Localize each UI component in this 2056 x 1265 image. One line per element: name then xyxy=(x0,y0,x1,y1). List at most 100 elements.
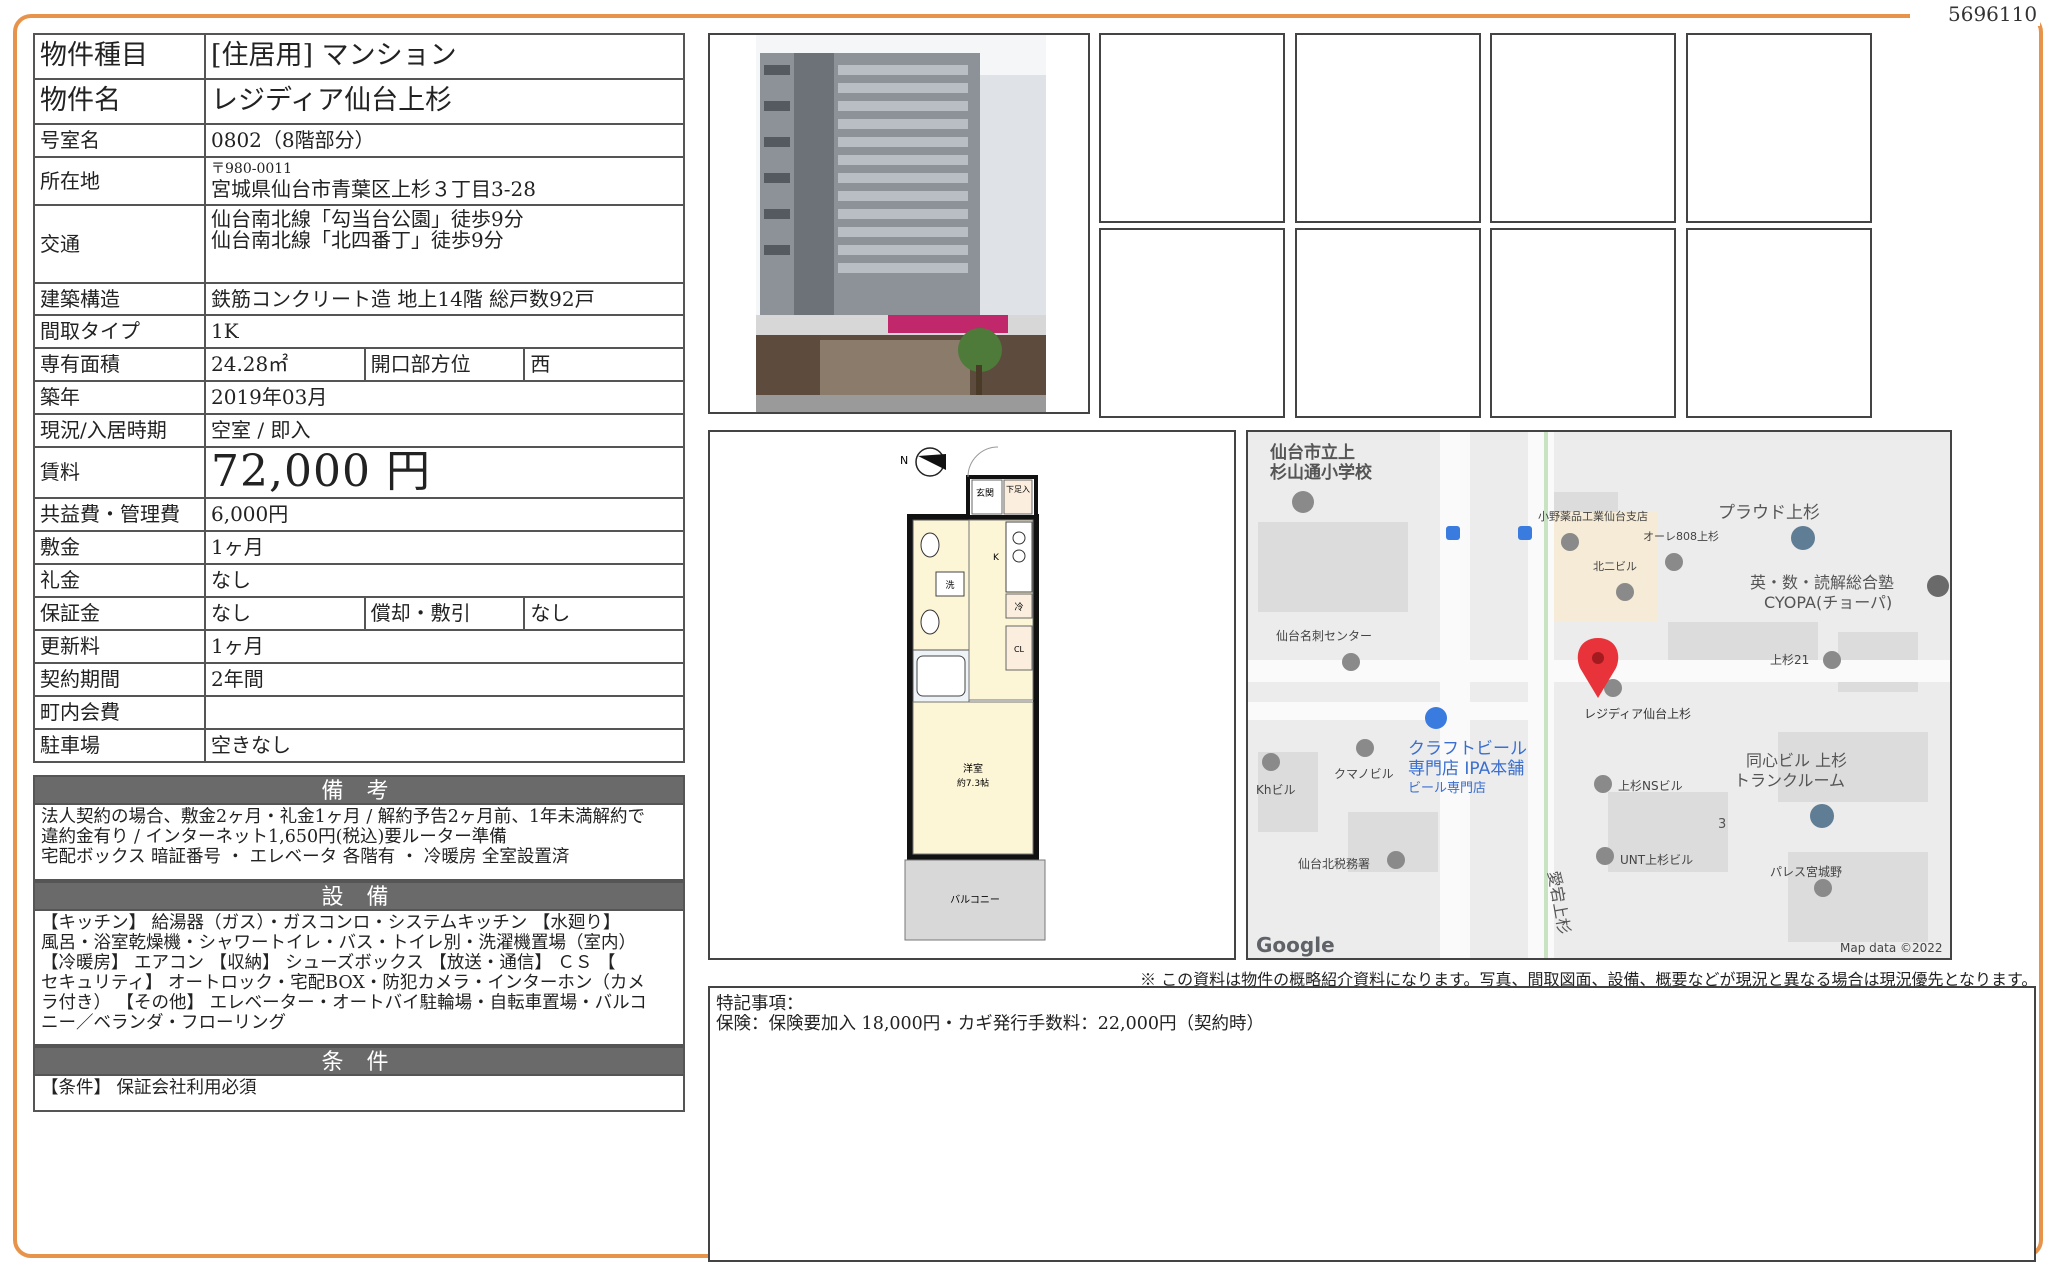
row-area: 専有面積 24.28㎡ 開口部方位 西 xyxy=(33,347,685,382)
equipment-line-5: ラ付き） 【その他】 エレベーター・オートバイ駐輪場・自転車置場・バルコ xyxy=(41,993,647,1013)
map-school-label-1: 仙台市立上 xyxy=(1270,442,1355,463)
bus-stop-icon-1 xyxy=(1446,526,1460,540)
map-pin-doshin-icon xyxy=(1810,804,1834,828)
map-label-onoyakuhin: 小野薬品工業仙台支店 xyxy=(1538,509,1648,523)
contract-label: 契約期間 xyxy=(33,662,206,697)
deposit-label: 敷金 xyxy=(33,530,206,565)
status-label: 現況/入居時期 xyxy=(33,413,206,448)
building-photo xyxy=(708,33,1090,414)
direction-value: 西 xyxy=(523,347,685,382)
row-name: 物件名 レジディア仙台上杉 xyxy=(33,78,685,125)
renewal-label: 更新料 xyxy=(33,629,206,664)
access-line-2: 仙台南北線「北四番丁」徒歩9分 xyxy=(211,228,504,252)
building-illustration xyxy=(756,35,1046,412)
row-renewal: 更新料 1ヶ月 xyxy=(33,629,685,664)
type-value: [住居用] マンション xyxy=(204,33,685,80)
direction-label: 開口部方位 xyxy=(363,347,526,382)
remarks-title: 特記事項： xyxy=(716,994,804,1014)
row-parking: 駐車場 空きなし xyxy=(33,728,685,763)
equipment-line-4: セキュリティ】 オートロック・宅配BOX・防犯カメラ・インターホン（カメ xyxy=(41,973,645,993)
remarks-line-1: 保険：保険要加入 18,000円・カギ発行手数料：22,000円（契約時） xyxy=(716,1014,1265,1034)
location-map: 仙台市立上 杉山通小学校 小野薬品工業仙台支店 プラウド上杉 オーレ808上杉 … xyxy=(1246,430,1952,960)
address-label: 所在地 xyxy=(33,156,206,206)
row-key-money: 礼金 なし xyxy=(33,563,685,598)
row-fee: 共益費・管理費 6,000円 xyxy=(33,497,685,532)
map-label-tax: 仙台北税務署 xyxy=(1298,856,1370,871)
map-pin-cram-icon xyxy=(1927,575,1949,597)
name-value: レジディア仙台上杉 xyxy=(204,78,685,125)
map-school-label-2: 杉山通小学校 xyxy=(1270,462,1373,483)
map-label-ore808: オーレ808上杉 xyxy=(1643,529,1719,543)
guarantee-value: なし xyxy=(204,596,366,631)
notes-line-1: 法人契約の場合、敷金2ヶ月・礼金1ヶ月 / 解約予告2ヶ月前、1年未満解約で xyxy=(41,807,646,827)
fee-value: 6,000円 xyxy=(204,497,685,532)
row-deposit: 敷金 1ヶ月 xyxy=(33,530,685,565)
room-size-label: 約7.3帖 xyxy=(957,777,989,789)
row-built: 築年 2019年03月 xyxy=(33,380,685,415)
thumbnail-2 xyxy=(1295,33,1481,223)
row-status: 現況/入居時期 空室 / 即入 xyxy=(33,413,685,448)
map-label-unt: UNT上杉ビル xyxy=(1620,853,1693,867)
equipment-line-2: 風呂・浴室乾燥機・シャワートイレ・バス・トイレ別・洗濯機置場（室内） xyxy=(41,933,636,953)
map-label-kamisugi21: 上杉21 xyxy=(1770,653,1809,667)
notes-header: 備 考 xyxy=(33,775,685,805)
access-line-1: 仙台南北線「勾当台公園」徒歩9分 xyxy=(211,207,524,231)
structure-label: 建築構造 xyxy=(33,282,206,316)
row-contract: 契約期間 2年間 xyxy=(33,662,685,697)
fridge-label: 冷 xyxy=(1014,601,1023,613)
north-arrow-icon xyxy=(915,447,946,477)
room-value: 0802（8階部分） xyxy=(204,123,685,158)
amort-label: 償却・敷引 xyxy=(363,596,526,631)
rent-label: 賃料 xyxy=(33,446,206,499)
north-label: N xyxy=(900,454,908,467)
area-label: 専有面積 xyxy=(33,347,206,382)
thumbnail-1 xyxy=(1099,33,1285,223)
thumbnail-8 xyxy=(1686,228,1872,418)
room-label: 号室名 xyxy=(33,123,206,158)
floor-plan-drawing: N 玄関 下足入 K 洗 冷 CL 洋室 約7.3帖 バルコニー xyxy=(900,446,1046,941)
contract-value: 2年間 xyxy=(204,662,685,697)
map-label-three: 3 xyxy=(1718,817,1726,832)
thumbnail-4 xyxy=(1686,33,1872,223)
conditions-body: 【条件】 保証会社利用必須 xyxy=(33,1076,685,1112)
room-label: 洋室 xyxy=(963,762,983,775)
notes-body: 法人契約の場合、敷金2ヶ月・礼金1ヶ月 / 解約予告2ヶ月前、1年未満解約で 違… xyxy=(33,805,685,881)
google-logo: Google xyxy=(1256,933,1335,957)
renewal-value: 1ヶ月 xyxy=(204,629,685,664)
map-attribution: Map data ©2022 xyxy=(1840,941,1943,955)
layout-label: 間取タイプ xyxy=(33,314,206,349)
map-pin-craft-icon xyxy=(1425,707,1447,729)
notes-line-2: 違約金有り / インターネット1,650円(税込)要ルーター準備 xyxy=(41,827,507,847)
map-label-cram-1: 英・数・読解総合塾 xyxy=(1750,573,1894,592)
floor-plan: N 玄関 下足入 K 洗 冷 CL 洋室 約7.3帖 バルコニー xyxy=(708,430,1236,960)
thumbnail-5 xyxy=(1099,228,1285,418)
row-guarantee: 保証金 なし 償却・敷引 なし xyxy=(33,596,685,631)
map-label-proud: プラウド上杉 xyxy=(1718,503,1820,523)
type-label: 物件種目 xyxy=(33,33,206,80)
map-drawing: 仙台市立上 杉山通小学校 小野薬品工業仙台支店 プラウド上杉 オーレ808上杉 … xyxy=(1248,432,1950,958)
status-value: 空室 / 即入 xyxy=(204,413,685,448)
map-label-craft-1: クラフトビール xyxy=(1408,739,1527,759)
conditions-header: 条 件 xyxy=(33,1046,685,1076)
built-value: 2019年03月 xyxy=(204,380,685,415)
special-remarks: 特記事項： 保険：保険要加入 18,000円・カギ発行手数料：22,000円（契… xyxy=(708,986,2036,1262)
access-label: 交通 xyxy=(33,204,206,284)
equipment-line-6: ニー／ベランダ・フローリング xyxy=(41,1013,286,1033)
conditions-line-1: 【条件】 保証会社利用必須 xyxy=(41,1078,257,1098)
map-label-ns: 上杉NSビル xyxy=(1618,779,1683,793)
address-zip: 〒980-0011 xyxy=(211,161,293,178)
map-label-doshin-2: トランクルーム xyxy=(1734,771,1845,790)
map-label-doshin-1: 同心ビル 上杉 xyxy=(1746,751,1847,770)
row-community: 町内会費 xyxy=(33,695,685,730)
notes-line-3: 宅配ボックス 暗証番号 ・ エレベータ 各階有 ・ 冷暖房 全室設置済 xyxy=(41,847,570,867)
name-label: 物件名 xyxy=(33,78,206,125)
address-cell: 〒980-0011 宮城県仙台市青葉区上杉３丁目3-28 xyxy=(204,156,685,206)
key-money-value: なし xyxy=(204,563,685,598)
map-label-kumano: クマノビル xyxy=(1334,767,1394,781)
row-address: 所在地 〒980-0011 宮城県仙台市青葉区上杉３丁目3-28 xyxy=(33,156,685,206)
map-label-kh: Khビル xyxy=(1256,783,1295,797)
map-label-target: レジディア仙台上杉 xyxy=(1584,706,1691,721)
parking-value: 空きなし xyxy=(204,728,685,763)
entrance-label: 玄関 xyxy=(976,487,994,499)
rent-value: 72,000 円 xyxy=(204,446,685,499)
